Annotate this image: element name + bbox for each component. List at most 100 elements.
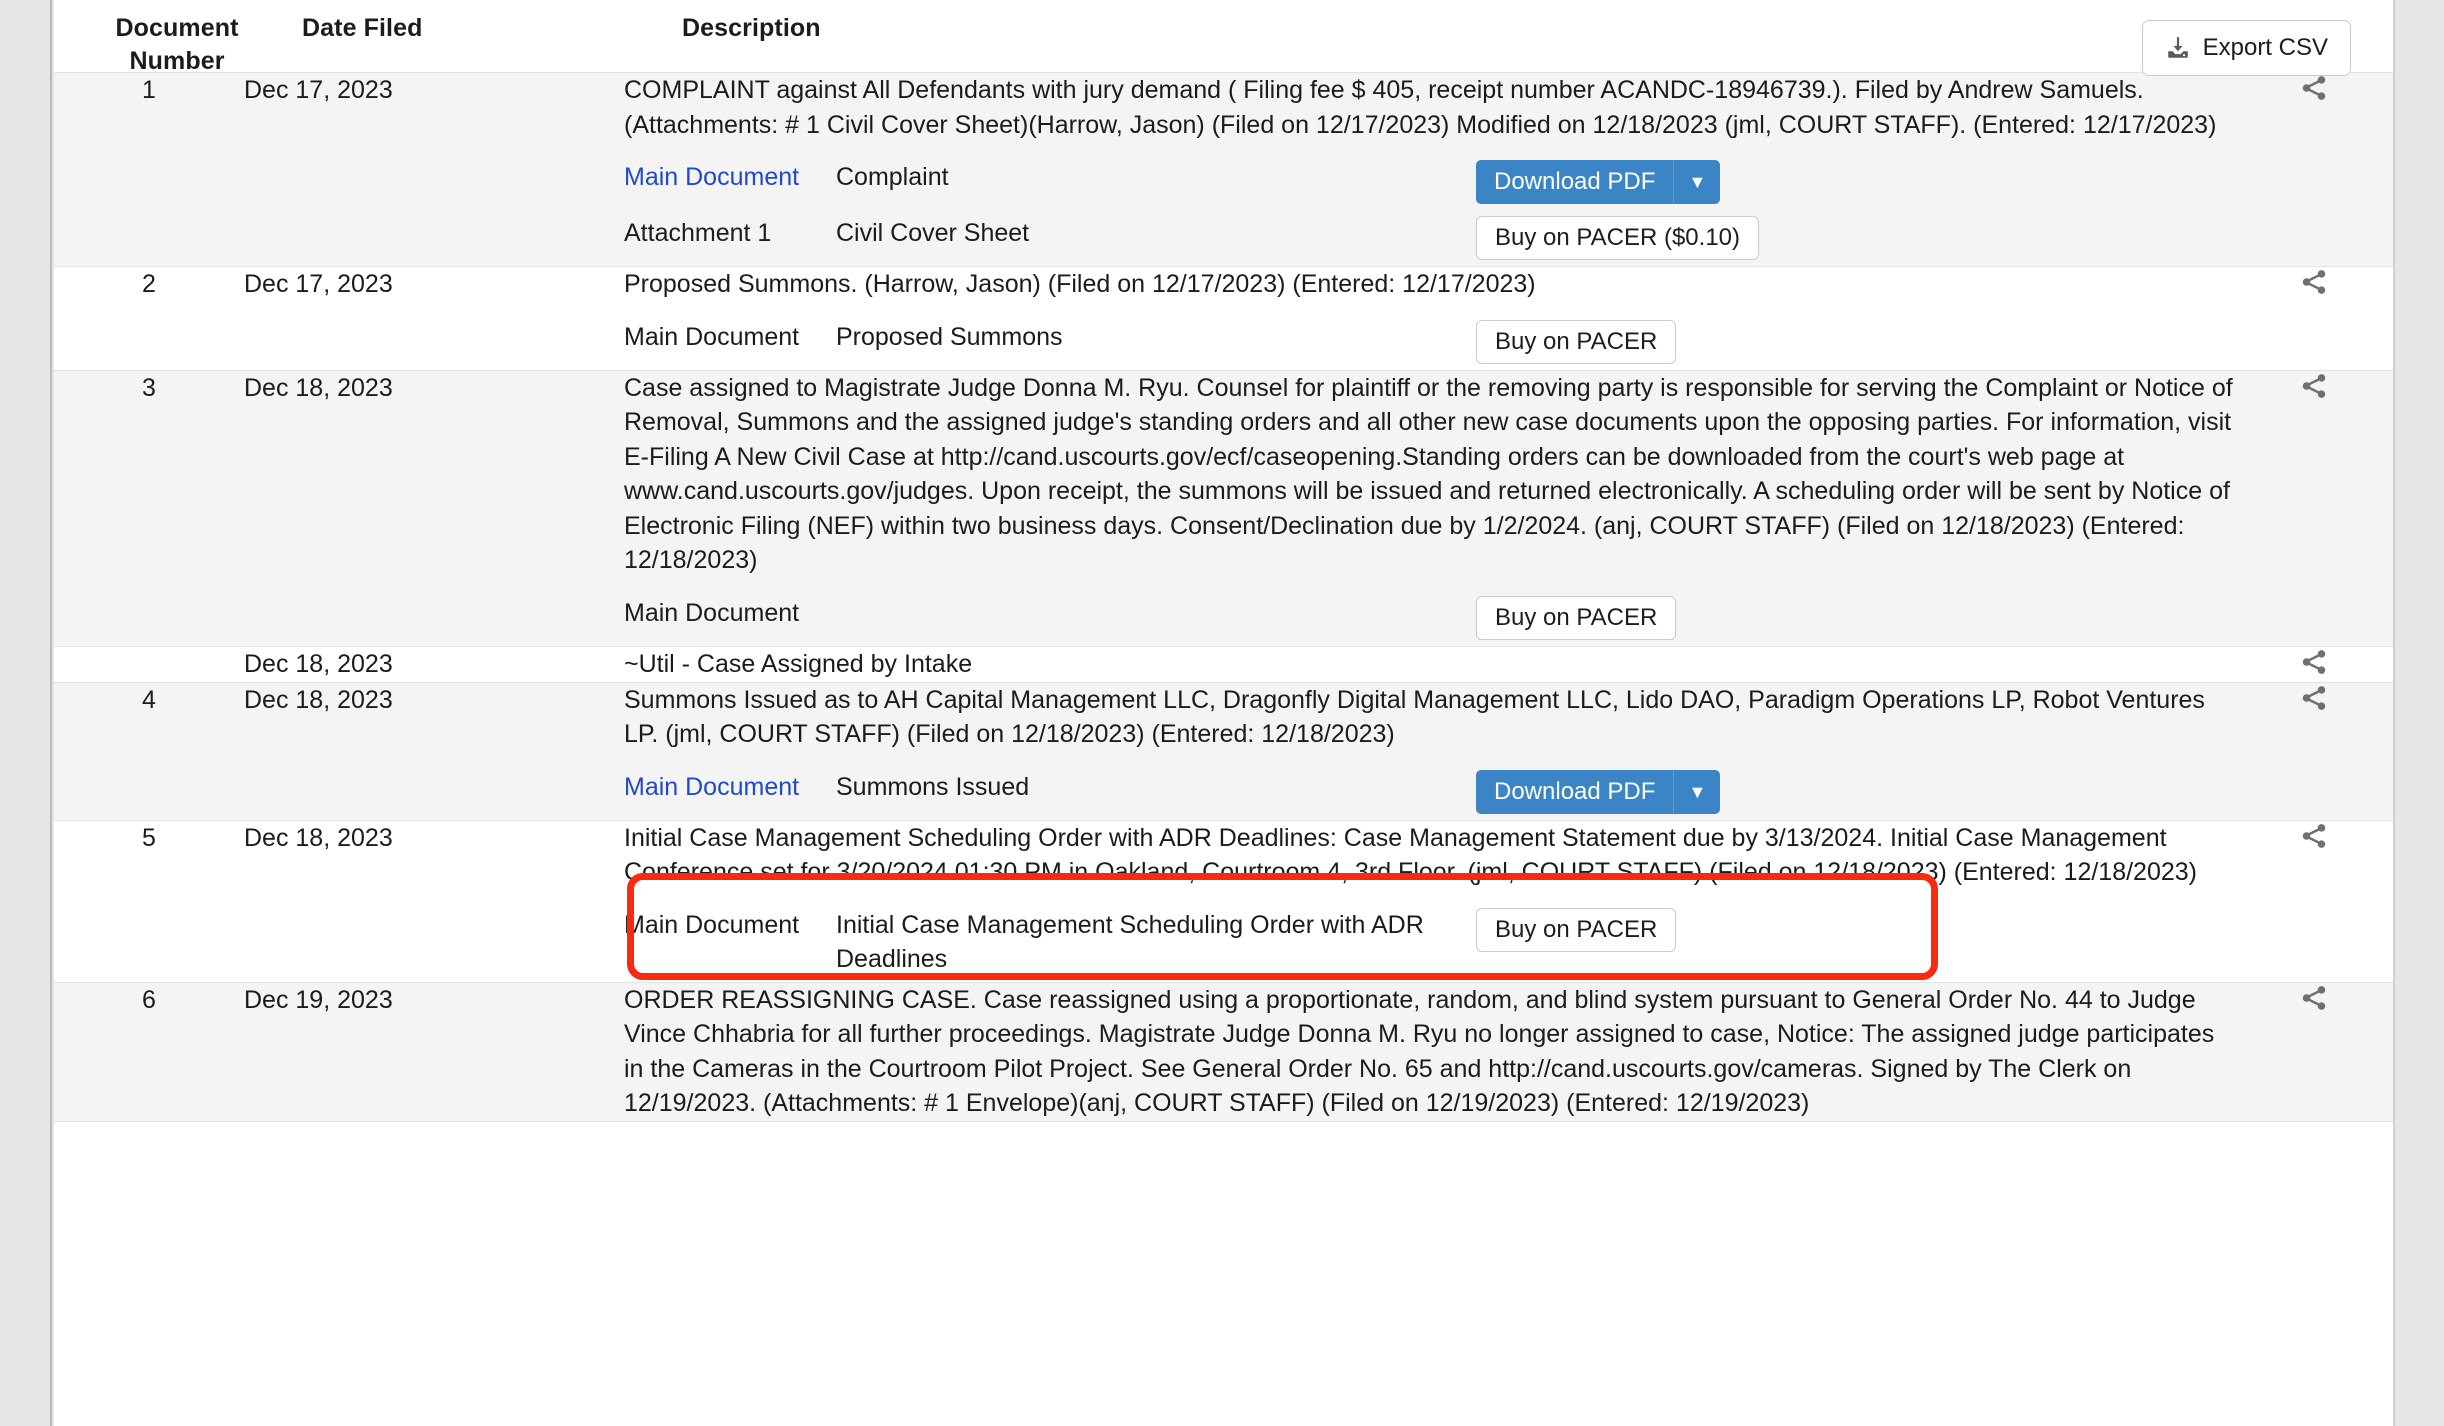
- right-gutter: [2393, 0, 2444, 1426]
- cell-date-filed: Dec 18, 2023: [244, 819, 624, 983]
- buy-on-pacer-button[interactable]: Buy on PACER: [1476, 907, 1677, 952]
- docket-entry-description: Proposed Summons. (Harrow, Jason) (Filed…: [624, 270, 1536, 298]
- docket-entry-description: COMPLAINT against All Defendants with ju…: [624, 76, 2217, 139]
- buy-on-pacer-button[interactable]: Buy on PACER ($0.10): [1476, 216, 1760, 260]
- table-row: 1 Dec 17, 2023 COMPLAINT against All Defen…: [54, 72, 2393, 267]
- cell-date-filed: Dec 17, 2023: [244, 266, 624, 371]
- document-list-item: Attachment 1 Civil Cover Sheet Buy on PACE…: [624, 210, 2234, 266]
- document-list-item: Main Document Initial Case Management Sch…: [624, 902, 2234, 982]
- document-label-cell: Main Document: [624, 154, 836, 210]
- cell-document-number: 2: [54, 266, 244, 371]
- cell-description: ORDER REASSIGNING CASE. Case reassigned …: [624, 981, 2234, 1122]
- document-title: Summons Issued: [836, 772, 1030, 801]
- cell-date-filed: Dec 18, 2023: [244, 369, 624, 647]
- cell-description: Case assigned to Magistrate Judge Donna …: [624, 369, 2234, 647]
- cell-date-filed: Dec 17, 2023: [244, 72, 624, 267]
- cell-share: [2234, 369, 2393, 647]
- cell-date-filed: Dec 18, 2023: [244, 645, 624, 683]
- export-csv-container: Export CSV: [2141, 20, 2351, 76]
- docket-table-body: 1 Dec 17, 2023 COMPLAINT against All Defen…: [54, 72, 2393, 1122]
- cell-document-number: 3: [54, 369, 244, 647]
- table-header: Document Number Date Filed Description E…: [54, 0, 2393, 76]
- document-label: Main Document: [624, 322, 800, 351]
- cell-description: Summons Issued as to AH Capital Manageme…: [624, 681, 2234, 821]
- cell-share: [2234, 819, 2393, 983]
- export-csv-button[interactable]: Export CSV: [2141, 20, 2351, 76]
- document-action-cell: Buy on PACER ($0.10): [1476, 210, 2234, 266]
- share-icon[interactable]: [2299, 73, 2329, 108]
- download-pdf-button[interactable]: Download PDF ▼: [1476, 160, 1721, 204]
- document-list-item: Main Document Proposed Summons Buy on PACE…: [624, 314, 2234, 370]
- cell-document-number: 4: [54, 681, 244, 821]
- document-label-cell: Main Document: [624, 314, 836, 370]
- cell-description: COMPLAINT against All Defendants with ju…: [624, 72, 2234, 267]
- cell-description: ~Util - Case Assigned by Intake: [624, 645, 2234, 683]
- document-action-cell: Download PDF ▼: [1476, 154, 2234, 210]
- main-document-link[interactable]: Main Document: [624, 163, 799, 191]
- share-icon[interactable]: [2299, 267, 2329, 302]
- cell-share: [2234, 645, 2393, 683]
- document-list: Main Document Initial Case Management Sch…: [624, 902, 2234, 982]
- share-icon[interactable]: [2299, 821, 2329, 856]
- download-pdf-button[interactable]: Download PDF ▼: [1476, 769, 1721, 814]
- cell-share: [2234, 72, 2393, 267]
- document-list-item: Main Document Summons Issued Download PDF ▼: [624, 764, 2234, 820]
- cell-document-number: 1: [54, 72, 244, 267]
- export-csv-label: Export CSV: [2202, 34, 2328, 61]
- share-icon[interactable]: [2299, 371, 2329, 406]
- share-icon[interactable]: [2299, 647, 2329, 682]
- main-document-link[interactable]: Main Document: [624, 773, 799, 801]
- cell-document-number: 6: [54, 981, 244, 1122]
- docket-entry-description: Initial Case Management Scheduling Order…: [624, 823, 2197, 887]
- document-action-cell: Buy on PACER: [1476, 902, 2234, 982]
- column-header-date-filed: Date Filed: [302, 14, 423, 42]
- docket-entry-description: Case assigned to Magistrate Judge Donna …: [624, 373, 2233, 575]
- chevron-down-icon[interactable]: ▼: [1673, 769, 1720, 814]
- cell-share: [2234, 981, 2393, 1122]
- cell-document-number: 5: [54, 819, 244, 983]
- column-header-document-number: Document Number: [82, 12, 272, 78]
- cell-share: [2234, 681, 2393, 821]
- cell-document-number: [54, 645, 244, 683]
- docket-page: Document Number Date Filed Description E…: [54, 0, 2393, 1426]
- document-action-cell: Buy on PACER: [1476, 314, 2234, 370]
- document-label: Main Document: [624, 598, 800, 627]
- document-label-cell: Main Document: [624, 590, 836, 646]
- document-list: Main Document Proposed Summons Buy on PACE…: [624, 314, 2234, 370]
- docket-entry-description: Summons Issued as to AH Capital Manageme…: [624, 685, 2205, 749]
- document-list: Main Document Buy on PACER: [624, 590, 2234, 646]
- document-title: Initial Case Management Scheduling Order…: [836, 910, 1424, 973]
- docket-entry-description: ~Util - Case Assigned by Intake: [624, 649, 973, 678]
- buy-on-pacer-button[interactable]: Buy on PACER: [1476, 319, 1677, 364]
- document-list-item: Main Document Buy on PACER: [624, 590, 2234, 646]
- share-icon[interactable]: [2299, 683, 2329, 718]
- download-tray-icon: [2165, 35, 2191, 61]
- document-list: Main Document Summons Issued Download PDF ▼: [624, 764, 2234, 820]
- document-action-cell: Buy on PACER: [1476, 590, 2234, 646]
- document-list-item: Main Document Complaint Download PDF ▼: [624, 154, 2234, 210]
- document-list: Main Document Complaint Download PDF ▼ Attac…: [624, 154, 2234, 266]
- table-row: 2 Dec 17, 2023 Proposed Summons. (Harrow, …: [54, 266, 2393, 371]
- document-title: Complaint: [836, 163, 949, 191]
- docket-table: 1 Dec 17, 2023 COMPLAINT against All Defen…: [54, 72, 2393, 1122]
- column-header-document-number-line2: Number: [129, 47, 225, 75]
- table-row: 6 Dec 19, 2023 ORDER REASSIGNING CASE. Cas…: [54, 981, 2393, 1122]
- document-title: Civil Cover Sheet: [836, 219, 1030, 247]
- chevron-down-icon[interactable]: ▼: [1673, 160, 1720, 204]
- share-icon[interactable]: [2299, 983, 2329, 1018]
- document-label: Attachment 1: [624, 219, 772, 247]
- screenshot-viewport: Document Number Date Filed Description E…: [0, 0, 2444, 1426]
- left-gutter: [0, 0, 52, 1426]
- cell-description: Initial Case Management Scheduling Order…: [624, 819, 2234, 983]
- document-title: [836, 590, 1476, 646]
- table-row: 4 Dec 18, 2023 Summons Issued as to AH Cap…: [54, 681, 2393, 821]
- document-action-cell: Download PDF ▼: [1476, 764, 2234, 820]
- cell-date-filed: Dec 19, 2023: [244, 981, 624, 1122]
- document-label-cell: Main Document: [624, 902, 836, 982]
- document-label-cell: Main Document: [624, 764, 836, 820]
- buy-on-pacer-button[interactable]: Buy on PACER: [1476, 595, 1677, 640]
- cell-share: [2234, 266, 2393, 371]
- table-row: 5 Dec 18, 2023 Initial Case Management Sch…: [54, 819, 2393, 983]
- document-title: Proposed Summons: [836, 322, 1063, 351]
- docket-entry-description: ORDER REASSIGNING CASE. Case reassigned …: [624, 985, 2215, 1118]
